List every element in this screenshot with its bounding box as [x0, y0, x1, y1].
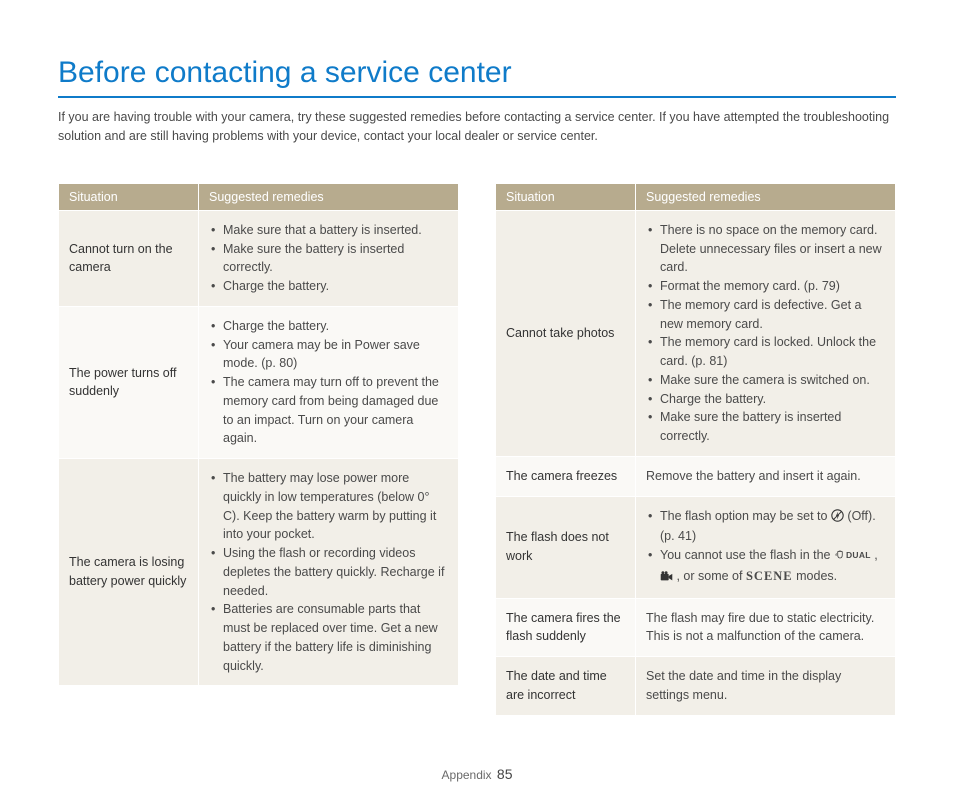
remedy-cell: The flash may fire due to static electri…	[636, 598, 896, 657]
situation-cell: The flash does not work	[496, 496, 636, 598]
table-row: Cannot take photos There is no space on …	[496, 210, 896, 456]
list-item: Your camera may be in Power save mode. (…	[209, 336, 448, 374]
right-column: Situation Suggested remedies Cannot take…	[495, 183, 896, 716]
page-number: 85	[497, 766, 513, 782]
situation-cell: The camera freezes	[496, 456, 636, 496]
list-item: The flash option may be set to (Off). (p…	[646, 507, 885, 547]
situation-cell: Cannot take photos	[496, 210, 636, 456]
text: You cannot use the flash in the	[660, 548, 834, 562]
situation-cell: The power turns off suddenly	[59, 306, 199, 458]
title-rule	[58, 96, 896, 98]
remedy-cell: Charge the battery. Your camera may be i…	[199, 306, 459, 458]
list-item: Charge the battery.	[209, 277, 448, 296]
table-row: Cannot turn on the camera Make sure that…	[59, 210, 459, 306]
situation-cell: The camera is losing battery power quick…	[59, 459, 199, 686]
list-item: Batteries are consumable parts that must…	[209, 600, 448, 675]
situation-cell: The date and time are incorrect	[496, 657, 636, 716]
text: The flash option may be set to	[660, 509, 831, 523]
list-item: You cannot use the flash in the DUAL , ,…	[646, 546, 885, 588]
remedy-cell: There is no space on the memory card. De…	[636, 210, 896, 456]
page-footer: Appendix 85	[58, 766, 896, 782]
list-item: Make sure the battery is inserted correc…	[646, 408, 885, 446]
movie-mode-icon	[660, 569, 673, 588]
flash-off-icon	[831, 509, 844, 528]
table-row: The power turns off suddenly Charge the …	[59, 306, 459, 458]
text: ,	[874, 548, 877, 562]
list-item: The memory card is defective. Get a new …	[646, 296, 885, 334]
list-item: Charge the battery.	[646, 390, 885, 409]
list-item: The battery may lose power more quickly …	[209, 469, 448, 544]
table-row: The camera fires the flash suddenly The …	[496, 598, 896, 657]
col-header-remedies: Suggested remedies	[199, 183, 459, 210]
remedy-cell: The flash option may be set to (Off). (p…	[636, 496, 896, 598]
list-item: Format the memory card. (p. 79)	[646, 277, 885, 296]
remedy-cell: Set the date and time in the display set…	[636, 657, 896, 716]
list-item: Make sure that a battery is inserted.	[209, 221, 448, 240]
table-row: The camera freezes Remove the battery an…	[496, 456, 896, 496]
remedy-cell: The battery may lose power more quickly …	[199, 459, 459, 686]
table-row: The flash does not work The flash option…	[496, 496, 896, 598]
list-item: Make sure the camera is switched on.	[646, 371, 885, 390]
remedy-cell: Make sure that a battery is inserted. Ma…	[199, 210, 459, 306]
col-header-remedies: Suggested remedies	[636, 183, 896, 210]
intro-paragraph: If you are having trouble with your came…	[58, 108, 896, 147]
hand-dual-icon	[834, 548, 846, 567]
page-title: Before contacting a service center	[58, 56, 896, 90]
scene-label: SCENE	[746, 569, 793, 583]
two-column-layout: Situation Suggested remedies Cannot turn…	[58, 183, 896, 716]
situation-cell: Cannot turn on the camera	[59, 210, 199, 306]
table-row: The camera is losing battery power quick…	[59, 459, 459, 686]
footer-section: Appendix	[442, 768, 492, 782]
list-item: There is no space on the memory card. De…	[646, 221, 885, 277]
list-item: The memory card is locked. Unlock the ca…	[646, 333, 885, 371]
text: , or some of	[676, 569, 745, 583]
list-item: Charge the battery.	[209, 317, 448, 336]
situation-cell: The camera fires the flash suddenly	[496, 598, 636, 657]
table-row: The date and time are incorrect Set the …	[496, 657, 896, 716]
list-item: The camera may turn off to prevent the m…	[209, 373, 448, 448]
manual-page: Before contacting a service center If yo…	[0, 0, 954, 806]
text: modes.	[796, 569, 837, 583]
left-column: Situation Suggested remedies Cannot turn…	[58, 183, 459, 716]
dual-label: DUAL	[846, 550, 871, 560]
col-header-situation: Situation	[496, 183, 636, 210]
list-item: Using the flash or recording videos depl…	[209, 544, 448, 600]
troubleshoot-table-left: Situation Suggested remedies Cannot turn…	[58, 183, 459, 687]
troubleshoot-table-right: Situation Suggested remedies Cannot take…	[495, 183, 896, 716]
remedy-cell: Remove the battery and insert it again.	[636, 456, 896, 496]
list-item: Make sure the battery is inserted correc…	[209, 240, 448, 278]
col-header-situation: Situation	[59, 183, 199, 210]
